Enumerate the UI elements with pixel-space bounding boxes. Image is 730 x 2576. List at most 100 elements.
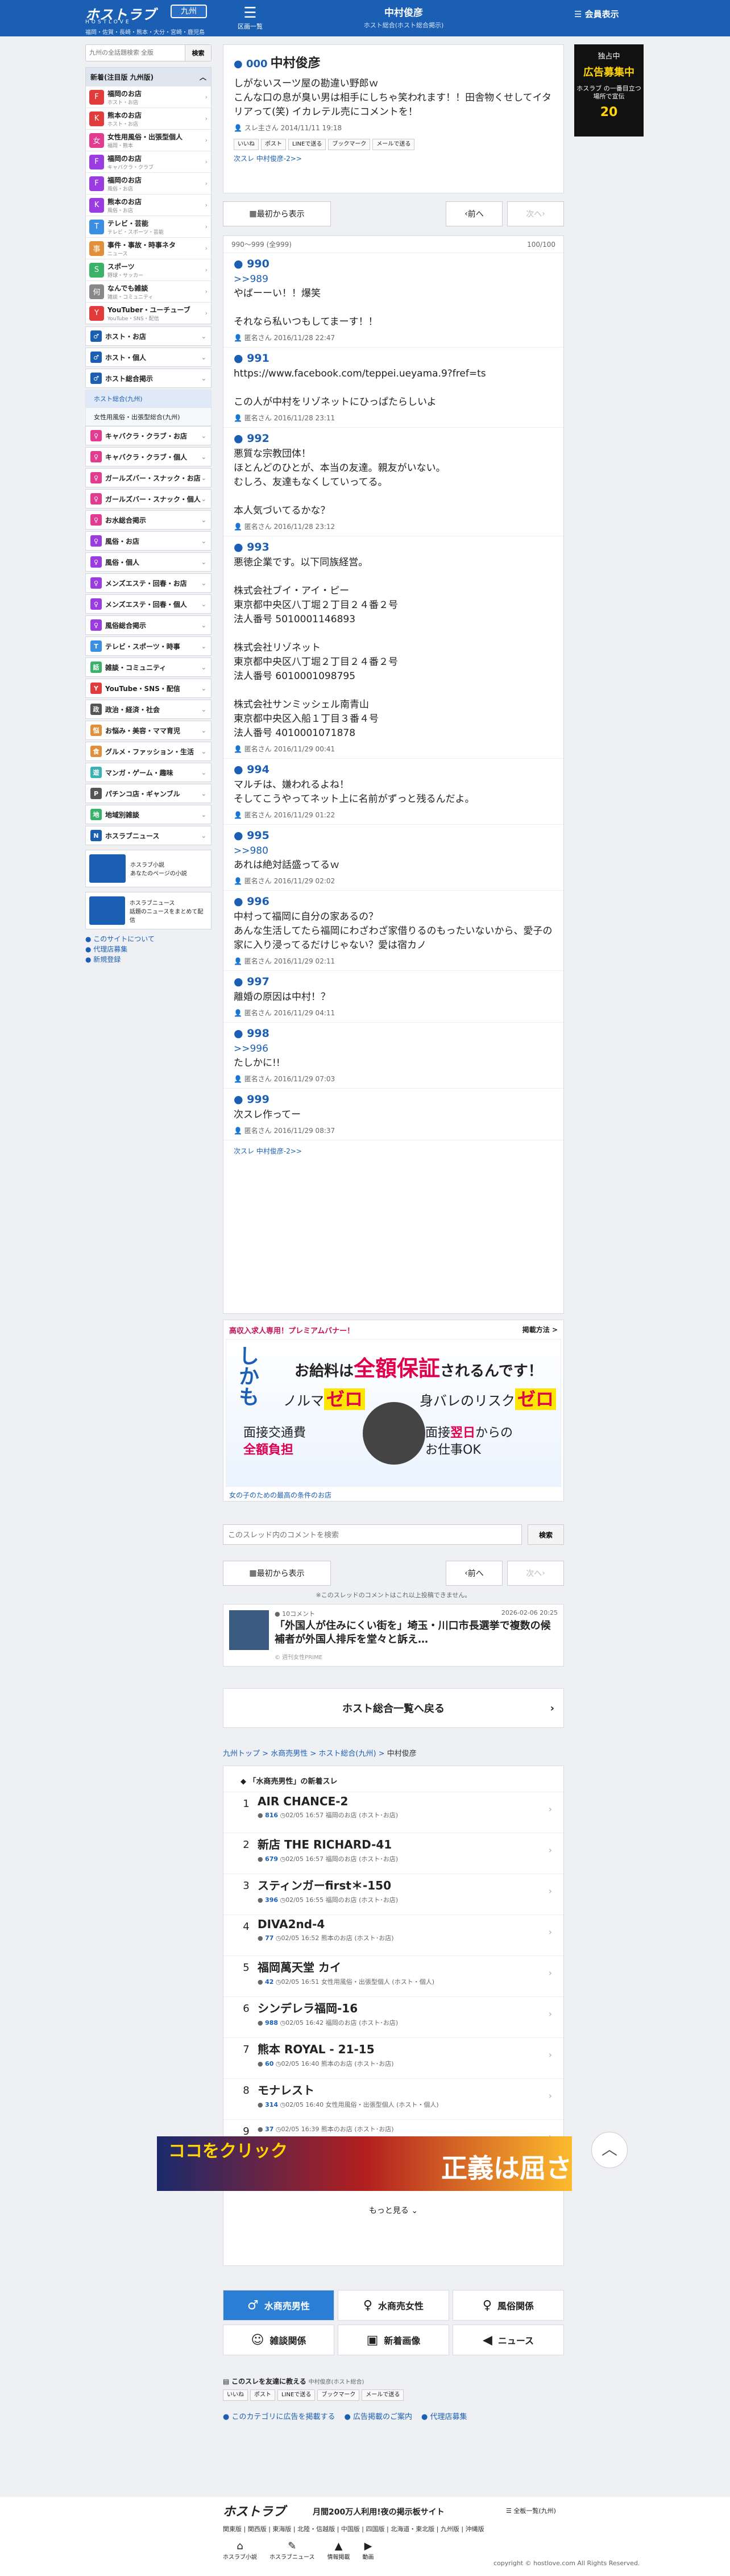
new-thread-row[interactable]: 7 熊本 ROYAL - 21-15 ● 60 ◷02/05 16:40 熊本のお店…	[223, 2037, 563, 2078]
bottom-link[interactable]: ● 広告掲載のご案内	[345, 2413, 413, 2421]
new-thread-row[interactable]: 4 DIVA2nd-4 ● 77 ◷02/05 16:52 熊本のお店 (ホスト･お…	[223, 1915, 563, 1955]
post-number[interactable]: 996	[247, 895, 269, 908]
post-anchor-link[interactable]: >>989	[234, 274, 268, 285]
share-button[interactable]: ブックマーク	[317, 2389, 360, 2401]
footer-icon-link[interactable]: ⌂ ホスラブ小説	[223, 2540, 257, 2561]
new-thread-row[interactable]: 5 福岡萬天堂 カイ ● 42 ◷02/05 16:51 女性用風俗・出張型個人 (…	[223, 1955, 563, 1996]
sidebar-category[interactable]: T テレビ・スポーツ・時事 ⌄	[85, 636, 211, 656]
category-tile[interactable]: ♂ 水商売男性	[223, 2290, 334, 2321]
share-button[interactable]: ポスト	[261, 139, 286, 150]
category-tile[interactable]: ☺ 雑談関係	[223, 2325, 334, 2355]
footer-icon-link[interactable]: ✎ ホスラブニュース	[269, 2540, 315, 2561]
post-number[interactable]: 993	[247, 541, 269, 553]
share-button[interactable]: LINEで送る	[288, 139, 326, 150]
sidebar-search-button[interactable]: 検索	[185, 45, 211, 61]
sidebar-item[interactable]: K 熊本のお店 風俗・お店 ›	[86, 194, 211, 216]
show-from-start-button[interactable]: ▦ 最初から表示	[223, 201, 331, 226]
sidebar-item[interactable]: Y YouTuber・ユーチューブ YouTube・SNS・配信 ›	[86, 302, 211, 324]
next-thread-link[interactable]: 次スレ 中村俊彦-2>>	[234, 154, 553, 163]
sidebar-subcategory[interactable]: 女性用風俗・出張型総合(九州)	[85, 408, 211, 426]
sidebar-item[interactable]: 事事件・事故・時事ネタ ニュース ›	[86, 237, 211, 259]
sidebar-item[interactable]: F 福岡のお店 風俗・お店 ›	[86, 172, 211, 194]
share-button[interactable]: いいね	[234, 139, 259, 150]
sidebar-item[interactable]: F 福岡のお店 ホスト・お店 ›	[86, 86, 211, 107]
floating-ad-banner[interactable]: ココをクリック 正義は屈さない	[157, 2136, 572, 2221]
sidebar-banner[interactable]: ホスラブ小説 あなたのページの小説	[85, 850, 211, 887]
post-number[interactable]: 998	[247, 1027, 269, 1040]
sidebar-item[interactable]: F 福岡のお店 キャバクラ・クラブ ›	[86, 151, 211, 172]
new-thread-row[interactable]: 8 モナレスト ● 314 ◷02/05 16:40 女性用風俗・出張型個人 (ホス…	[223, 2078, 563, 2119]
sidebar-category[interactable]: ♀ 風俗・お店 ⌄	[85, 531, 211, 551]
footer-region-links[interactable]: 関東版 | 関西版 | 東海版 | 北陸・信越版 | 中国版 | 四国版 | 北…	[223, 2524, 484, 2533]
category-tile[interactable]: ♀ 風俗関係	[453, 2290, 564, 2321]
share-button[interactable]: ブックマーク	[328, 139, 371, 150]
post-number[interactable]: 990	[247, 258, 269, 270]
post-number[interactable]: 992	[247, 432, 269, 445]
share-button[interactable]: LINEで送る	[277, 2389, 316, 2401]
post-anchor-link[interactable]: >>980	[234, 845, 268, 857]
sidebar-category[interactable]: ♀ メンズエステ・回春・お店 ⌄	[85, 573, 211, 593]
new-thread-row[interactable]: 6 シンデレラ福岡-16 ● 988 ◷02/05 16:42 福岡のお店 (ホスト…	[223, 1996, 563, 2037]
scroll-to-top-button[interactable]: ︿	[591, 2132, 628, 2168]
posts-per-page[interactable]: 100/100	[527, 241, 555, 249]
menu-button[interactable]: ☰ 区画一覧	[233, 5, 267, 33]
posts-next-link[interactable]: 次スレ 中村俊彦-2>>	[223, 1140, 563, 1160]
region-selector[interactable]: 九州	[171, 5, 207, 18]
sidebar-category[interactable]: 政政治・経済・社会 ⌄	[85, 700, 211, 719]
sidebar-category[interactable]: 話雑談・コミュニティ ⌄	[85, 658, 211, 677]
comment-search-button[interactable]: 検索	[528, 1524, 564, 1545]
comment-search-input[interactable]	[223, 1524, 522, 1545]
sidebar-group-head[interactable]: 新着(注目版 九州版) ︿	[86, 68, 211, 86]
post-number[interactable]: 991	[247, 352, 269, 365]
category-tile[interactable]: ♀ 水商売女性	[338, 2290, 449, 2321]
sidebar-category[interactable]: ♂ ホスト・個人 ⌄	[85, 348, 211, 367]
sidebar-category[interactable]: 悩お悩み・美容・ママ育児 ⌄	[85, 721, 211, 740]
post-number[interactable]: 999	[247, 1093, 269, 1106]
sidebar-link[interactable]: ● このサイトについて	[85, 934, 211, 944]
next-button[interactable]: 次へ ›	[507, 201, 564, 226]
sidebar-category[interactable]: ♀ お水総合掲示 ⌄	[85, 510, 211, 530]
sidebar-category[interactable]: ♀ メンズエステ・回春・個人 ⌄	[85, 594, 211, 614]
sidebar-category[interactable]: Y YouTube・SNS・配信 ⌄	[85, 679, 211, 698]
sidebar-category[interactable]: 地地域別雑談 ⌄	[85, 805, 211, 824]
prev-button[interactable]: ‹ 前へ	[446, 201, 503, 226]
share-button[interactable]: ポスト	[250, 2389, 275, 2401]
new-thread-row[interactable]: 3 スティンガーfirst＊-150 ● 396 ◷02/05 16:55 福岡のお…	[223, 1874, 563, 1915]
sidebar-category[interactable]: ♀ キャバクラ・クラブ・個人 ⌄	[85, 447, 211, 466]
sidebar-category[interactable]: ♀ ガールズバー・スナック・お店 ⌄	[85, 468, 211, 487]
sidebar-category[interactable]: 食グルメ・ファッション・生活 ⌄	[85, 742, 211, 761]
post-anchor-link[interactable]: >>996	[234, 1043, 268, 1055]
sidebar-category[interactable]: ♂ ホスト・お店 ⌄	[85, 326, 211, 346]
sidebar-category[interactable]: ♀ 風俗・個人 ⌄	[85, 552, 211, 572]
new-thread-row[interactable]: 2 新店 THE RICHARD-41 ● 679 ◷02/05 16:57 福岡の…	[223, 1833, 563, 1874]
sidebar-category[interactable]: ♀ 風俗総合掲示 ⌄	[85, 615, 211, 635]
right-ad-banner[interactable]: 独占中 広告募集中 ホスラブ の一番目立つ場所で宣伝 20	[574, 44, 644, 137]
new-thread-row[interactable]: 1 AIR CHANCE-2 ● 816 ◷02/05 16:57 福岡のお店 (ホ…	[223, 1792, 563, 1833]
prev-button-bottom[interactable]: ‹ 前へ	[446, 1561, 503, 1586]
category-tile[interactable]: ◀ ニュース	[453, 2325, 564, 2355]
sidebar-link[interactable]: ● 新規登録	[85, 954, 211, 965]
sidebar-category[interactable]: P パチンコ店・ギャンブル ⌄	[85, 784, 211, 803]
share-button[interactable]: メールで送る	[372, 139, 415, 150]
sidebar-search-input[interactable]	[86, 45, 185, 61]
share-button[interactable]: いいね	[223, 2389, 248, 2401]
sidebar-category[interactable]: N ホスラブニュース ⌄	[85, 826, 211, 845]
footer-region-link[interactable]: ☰ 全板一覧(九州)	[506, 2506, 556, 2515]
sidebar-item[interactable]: T テレビ・芸能 テレビ・スポーツ・芸能 ›	[86, 216, 211, 237]
share-button[interactable]: メールで送る	[362, 2389, 404, 2401]
next-button-bottom[interactable]: 次へ ›	[507, 1561, 564, 1586]
sidebar-item[interactable]: K 熊本のお店 ホスト・お店 ›	[86, 107, 211, 129]
crumb-link[interactable]: 水商売男性	[271, 1750, 308, 1758]
footer-icon-link[interactable]: ▶ 動画	[363, 2540, 374, 2561]
post-number[interactable]: 997	[247, 975, 269, 988]
banner-caption-link[interactable]: 女の子のための最高の条件のお店	[226, 1490, 561, 1500]
show-from-start-button-bottom[interactable]: ▦ 最初から表示	[223, 1561, 331, 1586]
sidebar-category[interactable]: ♂ ホスト総合掲示 ⌄	[85, 369, 211, 388]
back-to-list-button[interactable]: ホスト総合一覧へ戻る ›	[223, 1688, 564, 1728]
sidebar-item[interactable]: 何なんでも雑談 雑談・コミュニティ ›	[86, 280, 211, 302]
bottom-link[interactable]: ● 代理店募集	[421, 2413, 467, 2421]
post-number[interactable]: 994	[247, 763, 269, 776]
sidebar-category[interactable]: ♀ ガールズバー・スナック・個人 ⌄	[85, 489, 211, 508]
premium-how-link[interactable]: 掲載方法 >	[522, 1325, 558, 1335]
premium-banner[interactable]: しかも お給料は全額保証されるんです！ ノルマ ゼロ 身バレのリスク ゼロ 面接交通…	[226, 1339, 561, 1487]
